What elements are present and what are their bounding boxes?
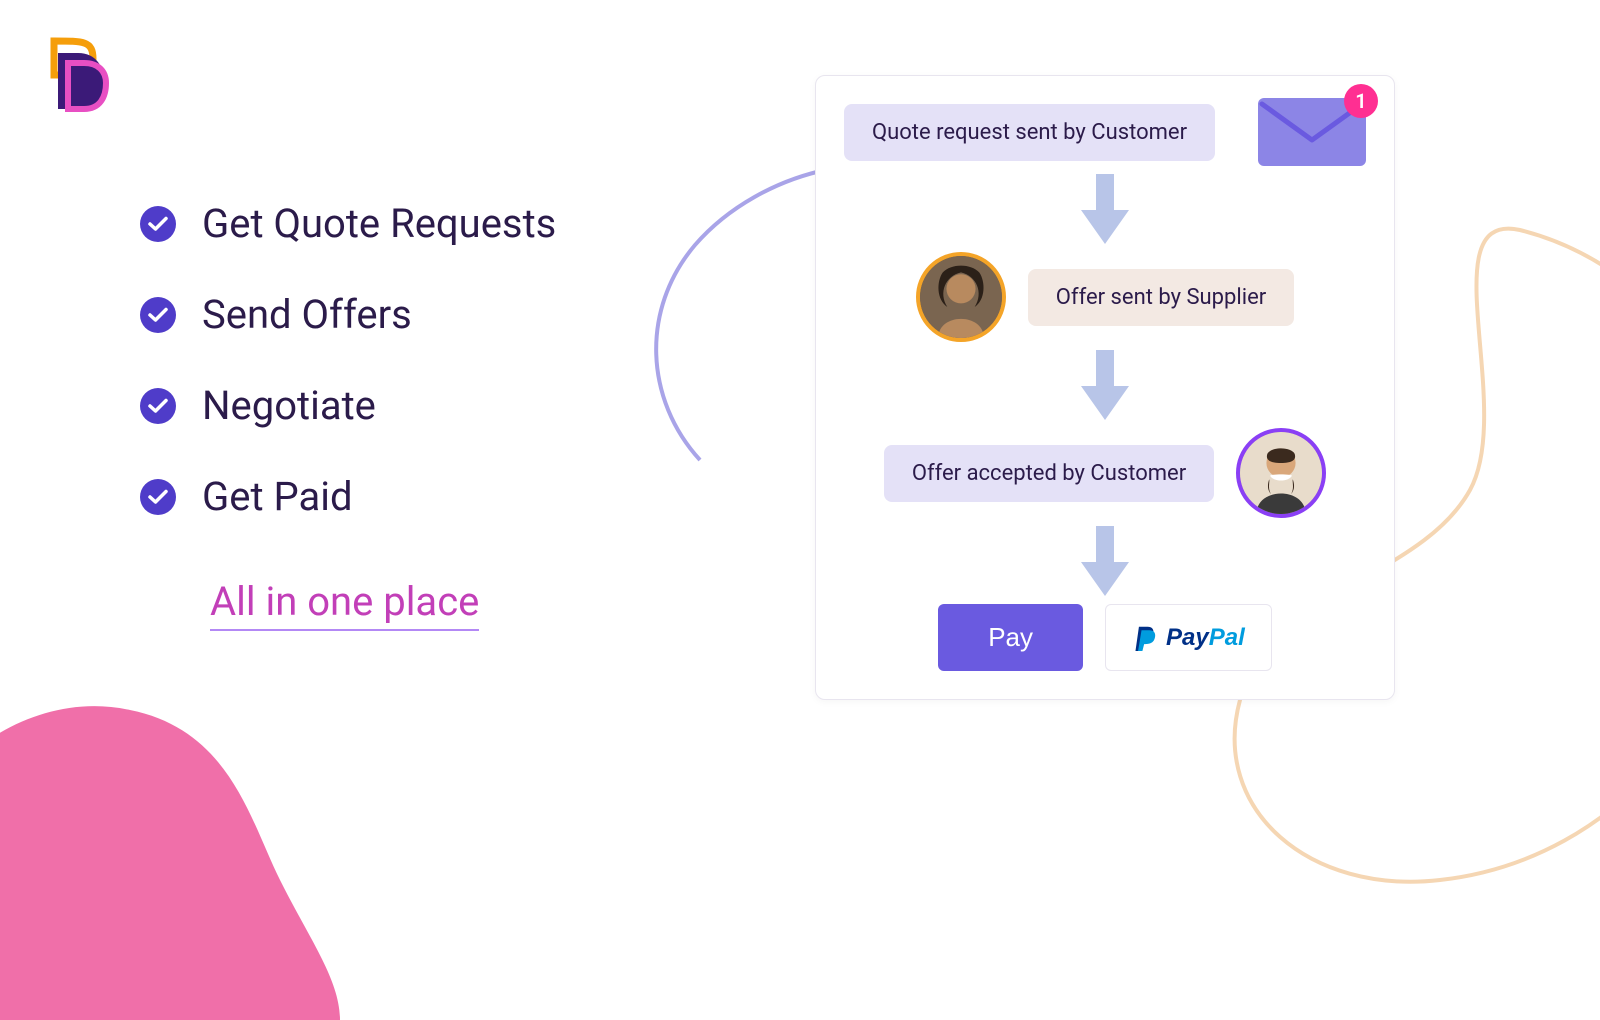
flow-step-3: Offer accepted by Customer (844, 428, 1366, 518)
arrow-down-icon (844, 350, 1366, 420)
flow-step-1: Quote request sent by Customer 1 (844, 98, 1366, 166)
feature-item: Negotiate (140, 382, 556, 429)
feature-item: Get Quote Requests (140, 200, 556, 247)
envelope-icon: 1 (1258, 98, 1366, 166)
paypal-label: PayPal (1166, 624, 1245, 652)
check-circle-icon (140, 479, 176, 515)
flow-step-2: Offer sent by Supplier (844, 252, 1366, 342)
step-pill: Offer accepted by Customer (884, 445, 1214, 502)
workflow-card: Quote request sent by Customer 1 Offer s… (815, 75, 1395, 700)
check-circle-icon (140, 297, 176, 333)
feature-item: Send Offers (140, 291, 556, 338)
arrow-down-icon (844, 526, 1366, 596)
notification-badge: 1 (1344, 84, 1378, 118)
check-circle-icon (140, 206, 176, 242)
step-pill: Offer sent by Supplier (1028, 269, 1294, 326)
decorative-blob-pink (0, 680, 340, 1020)
feature-item: Get Paid (140, 473, 556, 520)
paypal-button[interactable]: PayPal (1105, 604, 1272, 671)
customer-avatar (1236, 428, 1326, 518)
brand-logo (40, 35, 120, 115)
step-pill: Quote request sent by Customer (844, 104, 1215, 161)
feature-label: Send Offers (202, 291, 412, 338)
paypal-icon (1132, 625, 1158, 651)
feature-label: Negotiate (202, 382, 376, 429)
payment-row: Pay PayPal (844, 604, 1366, 671)
feature-label: Get Paid (202, 473, 353, 520)
feature-label: Get Quote Requests (202, 200, 556, 247)
arrow-down-icon (844, 174, 1366, 244)
feature-list: Get Quote Requests Send Offers Negotiate… (140, 200, 556, 631)
pay-button[interactable]: Pay (938, 604, 1083, 671)
check-circle-icon (140, 388, 176, 424)
supplier-avatar (916, 252, 1006, 342)
tagline-text: All in one place (210, 578, 479, 631)
